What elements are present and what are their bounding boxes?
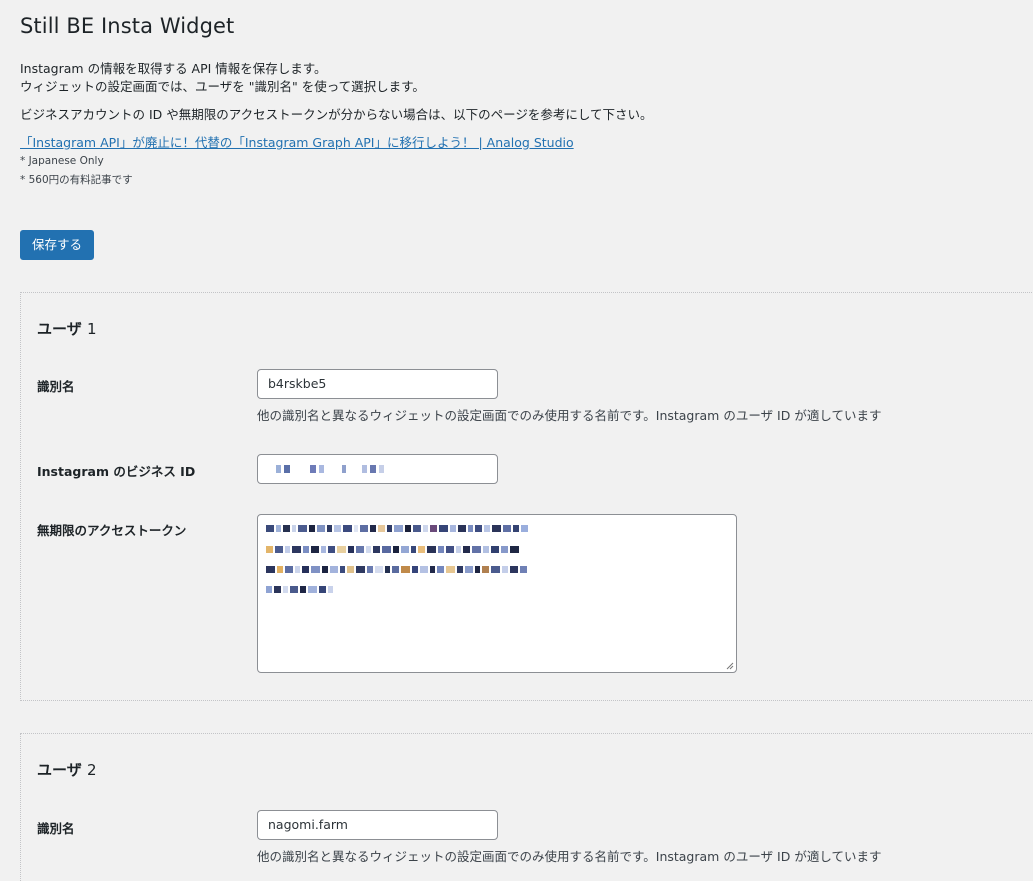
page-title: Still BE Insta Widget bbox=[20, 14, 235, 38]
note-japanese-only: * Japanese Only bbox=[20, 155, 104, 167]
user-1-id-label: 識別名 bbox=[37, 379, 75, 394]
user-1-id-input[interactable]: b4rskbe5 bbox=[257, 369, 498, 399]
user-1-business-id-input[interactable] bbox=[257, 454, 498, 484]
user-1-heading: ユーザ 1 bbox=[37, 318, 96, 339]
settings-page: Still BE Insta Widget Instagram の情報を取得する… bbox=[0, 0, 1033, 881]
user-2-heading: ユーザ 2 bbox=[37, 759, 96, 780]
redacted-business-id bbox=[276, 465, 384, 473]
user-1-heading-label: ユーザ bbox=[37, 320, 82, 338]
intro-line-3: ビジネスアカウントの ID や無期限のアクセストークンが分からない場合は、以下の… bbox=[20, 107, 653, 122]
user-1-token-label: 無期限のアクセストークン bbox=[37, 523, 187, 538]
user-1-business-id-label: Instagram のビジネス ID bbox=[37, 464, 196, 479]
intro-line-2: ウィジェットの設定画面では、ユーザを "識別名" を使って選択します。 bbox=[20, 79, 425, 94]
user-2-id-input[interactable]: nagomi.farm bbox=[257, 810, 498, 840]
intro-line-1: Instagram の情報を取得する API 情報を保存します。 bbox=[20, 61, 327, 76]
analog-studio-link[interactable]: 「Instagram API」が廃止に！代替の「Instagram Graph … bbox=[20, 134, 574, 152]
resize-grip-icon[interactable] bbox=[726, 662, 734, 670]
user-2-heading-label: ユーザ bbox=[37, 761, 82, 779]
user-panel-1: ユーザ 1 識別名 b4rskbe5 他の識別名と異なるウィジェットの設定画面で… bbox=[20, 292, 1033, 701]
intro-text: Instagram の情報を取得する API 情報を保存します。 ウィジェットの… bbox=[20, 60, 653, 190]
note-paid-article: * 560円の有料記事です bbox=[20, 174, 133, 186]
user-1-heading-number: 1 bbox=[86, 320, 97, 338]
user-1-id-description: 他の識別名と異なるウィジェットの設定画面でのみ使用する名前です。Instagra… bbox=[257, 408, 882, 423]
save-button[interactable]: 保存する bbox=[20, 230, 94, 260]
user-2-heading-number: 2 bbox=[86, 761, 97, 779]
user-2-id-label: 識別名 bbox=[37, 821, 75, 836]
user-panel-2: ユーザ 2 識別名 nagomi.farm 他の識別名と異なるウィジェットの設定… bbox=[20, 733, 1033, 881]
user-2-id-description: 他の識別名と異なるウィジェットの設定画面でのみ使用する名前です。Instagra… bbox=[257, 849, 882, 864]
user-1-token-textarea[interactable] bbox=[257, 514, 737, 673]
